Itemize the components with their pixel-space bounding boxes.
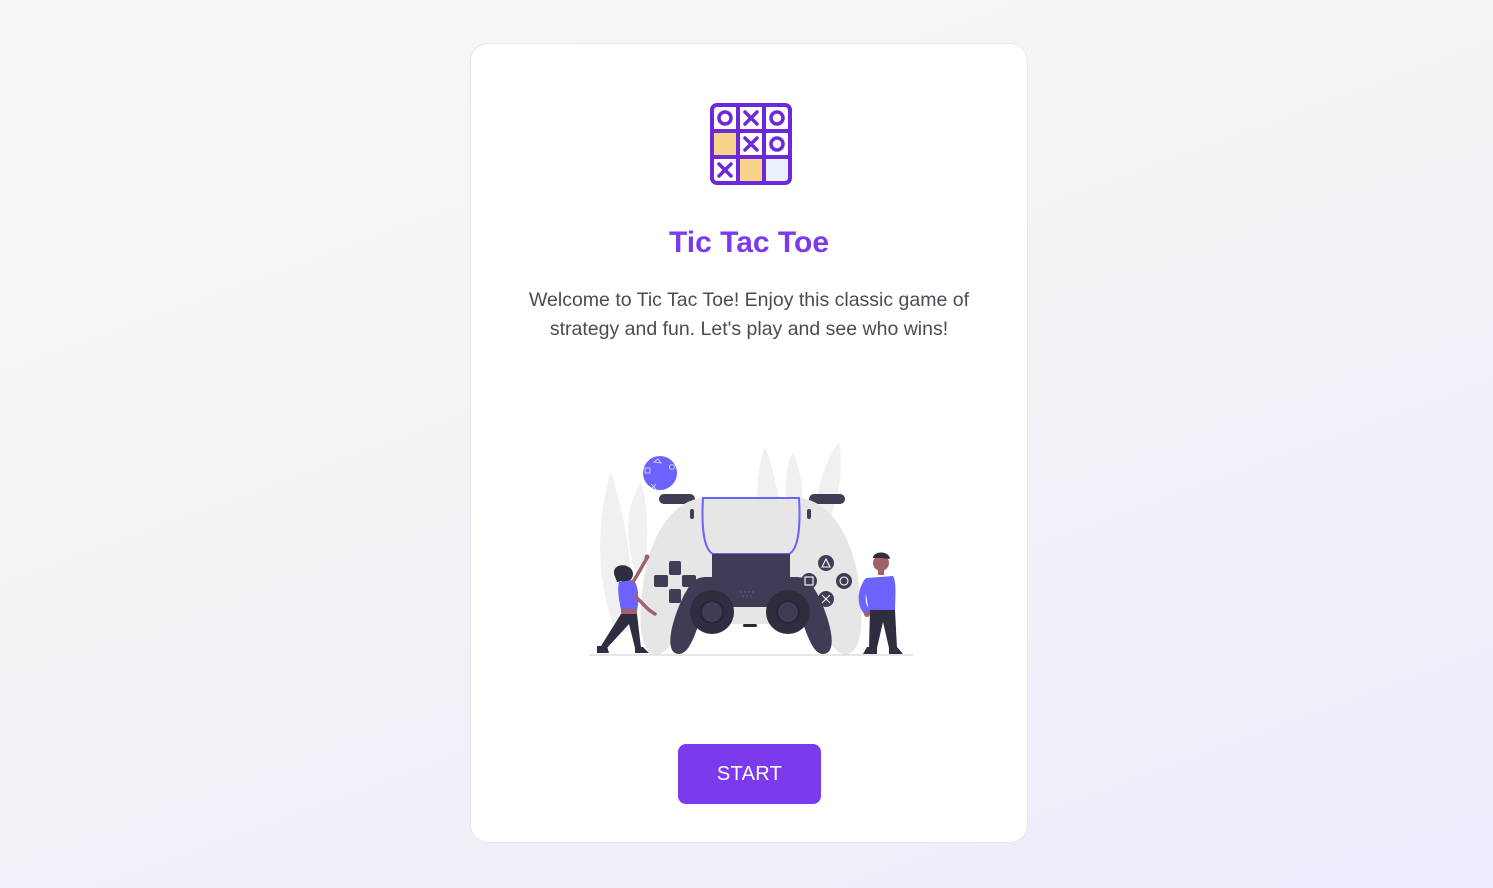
page-title: Tic Tac Toe: [668, 226, 830, 259]
start-button[interactable]: START: [678, 744, 821, 804]
welcome-card: Tic Tac Toe Welcome to Tic Tac Toe! Enjo…: [470, 43, 1028, 843]
game-controller-players-illustration: [589, 442, 913, 656]
welcome-description: Welcome to Tic Tac Toe! Enjoy this class…: [528, 289, 970, 340]
tic-tac-toe-grid-icon: [710, 103, 792, 185]
